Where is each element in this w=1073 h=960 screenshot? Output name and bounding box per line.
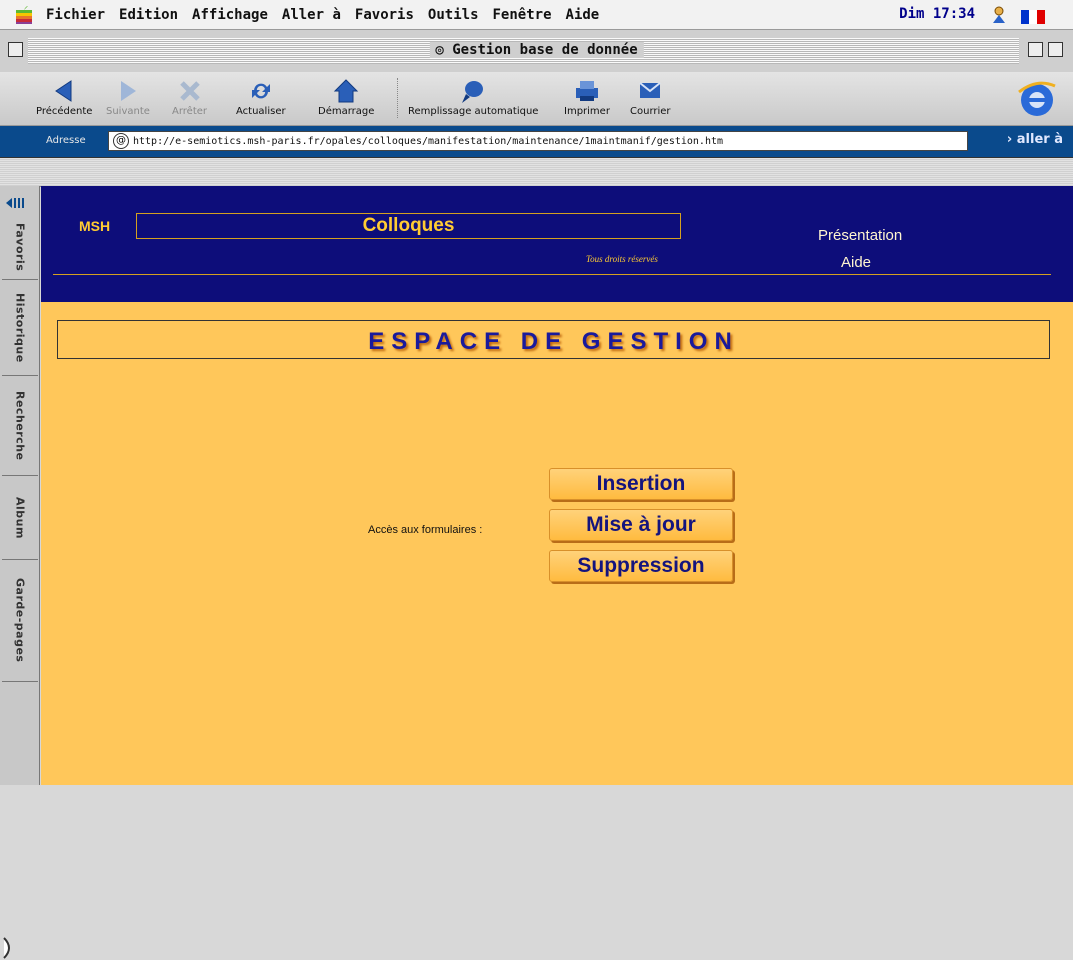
nav-aide-link[interactable]: Aide: [841, 254, 871, 271]
refresh-label: Actualiser: [236, 106, 286, 117]
go-chevron-icon: ›: [1006, 132, 1017, 147]
sidebar-tab-label: Recherche: [13, 390, 27, 461]
mail-envelope-icon: [639, 82, 661, 98]
site-banner: MSH Colloques Tous droits réservés Prése…: [41, 186, 1073, 302]
menu-fenetre[interactable]: Fenêtre: [493, 7, 552, 23]
back-label: Précédente: [36, 106, 93, 117]
stop-button[interactable]: Arrêter: [172, 76, 207, 117]
menu-bar: Fichier Edition Affichage Aller à Favori…: [0, 0, 1073, 30]
sidebar-tab-recherche[interactable]: Recherche: [2, 376, 38, 476]
collapse-box-icon[interactable]: [1048, 42, 1063, 57]
sidebar-tab-label: Garde-pages: [13, 578, 27, 663]
sidebar-tab-label: Album: [13, 496, 27, 539]
autofill-button[interactable]: Remplissage automatique: [408, 76, 538, 117]
update-button[interactable]: Mise à jour: [549, 509, 733, 541]
home-icon: [333, 79, 359, 103]
stop-x-icon: [179, 81, 200, 101]
home-label: Démarrage: [318, 106, 375, 117]
site-title-box: Colloques: [136, 213, 681, 239]
forward-label: Suivante: [106, 106, 150, 117]
insertion-button[interactable]: Insertion: [549, 468, 733, 500]
go-button[interactable]: › aller à: [1007, 132, 1063, 147]
menu-outils[interactable]: Outils: [428, 7, 479, 23]
banner-divider: [53, 274, 1051, 275]
window-title-bar[interactable]: ◎ Gestion base de donnée: [0, 30, 1073, 72]
mail-button[interactable]: Courrier: [630, 76, 671, 117]
browser-toolbar: Précédente Suivante Arrêter Actualiser D…: [0, 72, 1073, 126]
back-arrow-icon: [55, 80, 72, 102]
sidebar-tab-favoris[interactable]: Favoris: [2, 216, 38, 280]
go-label: aller à: [1016, 132, 1063, 147]
status-strip: [0, 158, 1073, 187]
toolbar-separator: [397, 78, 400, 118]
suppression-button[interactable]: Suppression: [549, 550, 733, 582]
nav-presentation-link[interactable]: Présentation: [818, 227, 902, 244]
refresh-button[interactable]: Actualiser: [236, 76, 286, 117]
zoom-box-icon[interactable]: [1028, 42, 1043, 57]
internet-explorer-logo-icon[interactable]: [1015, 76, 1059, 120]
explorer-sidebar: Favoris Historique Recherche Album Garde…: [0, 186, 40, 959]
globe-icon: ◎: [435, 42, 453, 58]
msh-label[interactable]: MSH: [79, 218, 110, 234]
menu-favoris[interactable]: Favoris: [355, 7, 414, 23]
sidebar-toggle-icon[interactable]: [4, 196, 34, 210]
sidebar-tab-album[interactable]: Album: [2, 476, 38, 560]
menu-aide[interactable]: Aide: [566, 7, 600, 23]
section-heading-box: ESPACE DE GESTION: [57, 320, 1050, 359]
sidebar-resize-handle-icon[interactable]: [2, 936, 16, 960]
menu-edition[interactable]: Edition: [119, 7, 178, 23]
address-bar: Adresse @ http://e-semiotics.msh-paris.f…: [0, 126, 1073, 158]
address-label: Adresse: [46, 135, 86, 146]
address-field[interactable]: @ http://e-semiotics.msh-paris.fr/opales…: [108, 131, 968, 151]
apple-menu-icon[interactable]: [14, 5, 34, 25]
sherlock-icon[interactable]: [989, 5, 1011, 25]
window-title: ◎ Gestion base de donnée: [429, 42, 644, 58]
sidebar-tab-garde-pages[interactable]: Garde-pages: [2, 560, 38, 682]
forward-arrow-icon: [120, 81, 136, 101]
site-title: Colloques: [362, 215, 455, 236]
refresh-icon: [251, 83, 270, 99]
printer-icon: [575, 81, 598, 101]
window-title-text: Gestion base de donnée: [452, 42, 638, 58]
home-button[interactable]: Démarrage: [318, 76, 374, 117]
forward-button[interactable]: Suivante: [106, 76, 150, 117]
web-page: MSH Colloques Tous droits réservés Prése…: [41, 186, 1073, 785]
print-button[interactable]: Imprimer: [564, 76, 610, 117]
section-heading: ESPACE DE GESTION: [368, 328, 739, 355]
menu-affichage[interactable]: Affichage: [192, 7, 268, 23]
back-button[interactable]: Précédente: [36, 76, 92, 117]
close-box-icon[interactable]: [8, 42, 23, 57]
stop-label: Arrêter: [172, 106, 208, 117]
sidebar-tab-label: Favoris: [13, 223, 27, 272]
autofill-label: Remplissage automatique: [408, 106, 539, 117]
forms-access-label: Accès aux formulaires :: [368, 524, 483, 536]
sidebar-tab-historique[interactable]: Historique: [2, 280, 38, 376]
autofill-pen-icon: [462, 81, 484, 103]
mail-label: Courrier: [630, 106, 671, 117]
url-at-icon: @: [113, 133, 129, 149]
copyright-notice: Tous droits réservés: [586, 254, 658, 264]
sidebar-tab-label: Historique: [13, 292, 27, 363]
address-url[interactable]: http://e-semiotics.msh-paris.fr/opales/c…: [133, 136, 723, 147]
menubar-clock[interactable]: Dim 17:34: [899, 6, 975, 22]
menu-aller[interactable]: Aller à: [282, 7, 341, 23]
menu-fichier[interactable]: Fichier: [46, 7, 105, 23]
print-label: Imprimer: [564, 106, 610, 117]
keyboard-layout-flag-icon[interactable]: [1021, 10, 1045, 24]
